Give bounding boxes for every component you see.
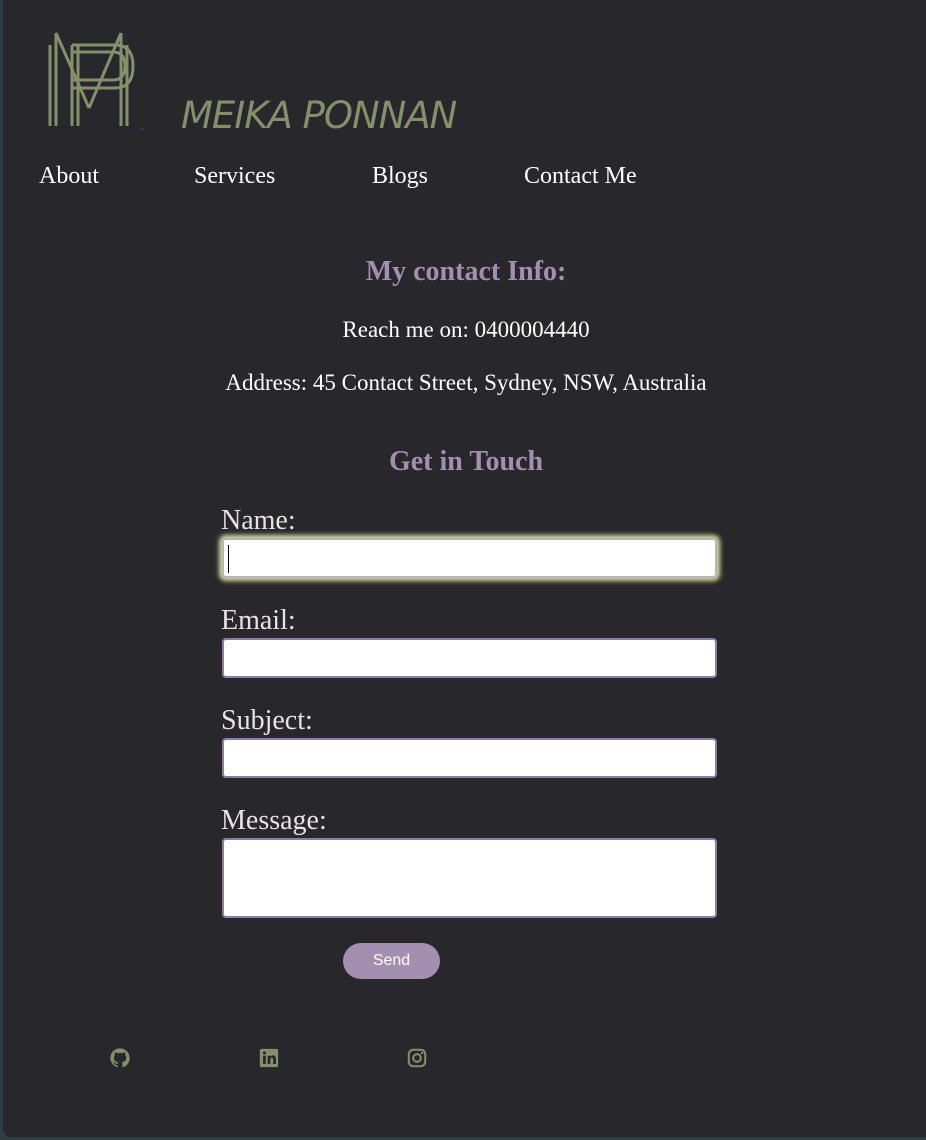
address-text: Address: 45 Contact Street, Sydney, NSW,… — [225, 370, 707, 395]
linkedin-icon[interactable] — [258, 1047, 280, 1069]
get-in-touch-heading: Get in Touch — [388, 446, 544, 477]
name-input[interactable] — [222, 538, 717, 578]
nav-blogs[interactable]: Blogs — [372, 163, 428, 190]
page: MEIKA PONNAN About Services Blogs Contac… — [3, 0, 926, 1137]
mp-monogram-icon[interactable] — [45, 30, 145, 132]
nav-services[interactable]: Services — [194, 163, 275, 190]
phone-text: Reach me on: 0400004440 — [342, 317, 590, 342]
nav-contact-me[interactable]: Contact Me — [524, 163, 637, 190]
email-label: Email: — [221, 605, 296, 636]
github-icon[interactable] — [109, 1047, 131, 1069]
instagram-icon[interactable] — [406, 1047, 428, 1069]
text-caret — [228, 545, 229, 573]
message-textarea[interactable] — [222, 838, 717, 918]
main-nav: About Services Blogs Contact Me — [3, 163, 926, 193]
brand-name[interactable]: MEIKA PONNAN — [181, 94, 457, 137]
subject-input[interactable] — [222, 738, 717, 778]
subject-label: Subject: — [221, 705, 313, 736]
message-label: Message: — [221, 805, 327, 836]
contact-info-heading: My contact Info: — [365, 256, 567, 287]
name-label: Name: — [221, 505, 296, 536]
email-input[interactable] — [222, 638, 717, 678]
nav-about[interactable]: About — [39, 163, 99, 190]
send-button[interactable]: Send — [343, 943, 440, 979]
